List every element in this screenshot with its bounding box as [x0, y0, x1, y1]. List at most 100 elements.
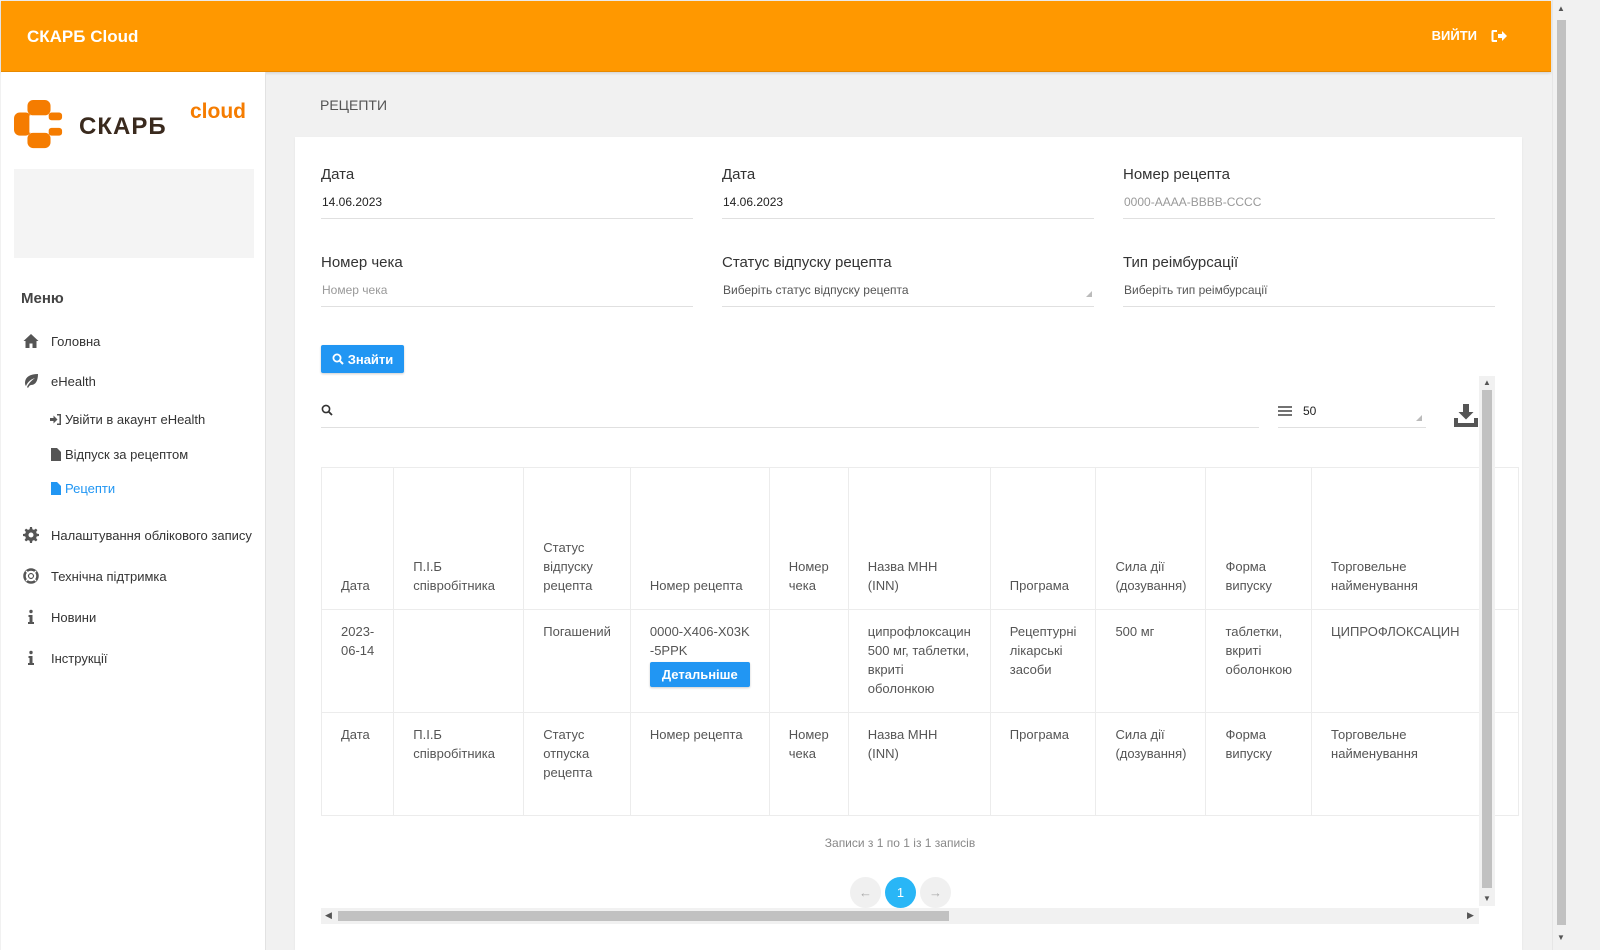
column-header[interactable]: Назва МНН (INN)	[847, 467, 991, 610]
field-underline	[321, 306, 693, 307]
sidebar-item-label: eHealth	[51, 373, 96, 389]
status-select-field[interactable]: Статус відпуску рецепта Виберіть статус …	[722, 254, 1094, 307]
reimbursement-select[interactable]: Виберіть тип реімбурсації	[1124, 283, 1267, 297]
pagination-prev[interactable]: ←	[850, 877, 881, 908]
page-length-value: 50	[1303, 404, 1317, 418]
column-header[interactable]: Номер чека	[768, 467, 849, 610]
table-search[interactable]	[321, 398, 1259, 428]
sidebar-item-label: Налаштування облікового запису	[51, 527, 252, 543]
recipe-number-value: 0000-X406-X03K-5PPK	[649, 624, 750, 658]
logo-cloud: cloud	[190, 100, 246, 123]
sidebar-subitem-label: Рецепти	[65, 481, 116, 496]
date-from-value[interactable]: 14.06.2023	[322, 195, 382, 209]
date-to-value[interactable]: 14.06.2023	[723, 195, 783, 209]
sidebar-subitem-recipes[interactable]: Рецепти	[49, 481, 115, 496]
sidebar-subitem-dispense[interactable]: Відпуск за рецептом	[49, 447, 188, 462]
date-to-field[interactable]: Дата 14.06.2023	[722, 166, 1094, 219]
footer-header: Торговельне найменування	[1311, 712, 1480, 816]
column-header[interactable]: Номер рецепта	[629, 467, 770, 610]
cell-employee	[393, 609, 525, 713]
top-bar: СКАРБ Cloud ВИЙТИ	[1, 1, 1551, 72]
scroll-down-arrow-icon[interactable]: ▼	[1483, 894, 1491, 903]
cell-inn: ципрофлоксацин 500 мг, таблетки, вкриті …	[847, 609, 991, 713]
field-underline	[1123, 306, 1495, 307]
cell-form: таблетки, вкриті оболонкою	[1205, 609, 1313, 713]
column-header[interactable]: П.І.Б співробітника	[393, 467, 525, 610]
table-vertical-scroll-thumb[interactable]	[1482, 390, 1492, 888]
search-icon	[321, 404, 333, 416]
find-button[interactable]: Знайти	[321, 345, 404, 373]
reimbursement-select-field[interactable]: Тип реімбурсації Виберіть тип реімбурсац…	[1123, 254, 1495, 307]
scroll-right-arrow-icon[interactable]: ▶	[1467, 910, 1474, 921]
field-underline	[321, 218, 693, 219]
details-button[interactable]: Детальніше	[649, 662, 750, 687]
scroll-left-arrow-icon[interactable]: ◀	[325, 910, 332, 921]
dropdown-caret-icon[interactable]	[1416, 415, 1422, 421]
recipes-table: Дата П.І.Б співробітника Статус відпуску…	[320, 467, 1519, 816]
find-button-label: Знайти	[347, 351, 394, 367]
field-underline	[722, 218, 1094, 219]
file-icon	[49, 448, 63, 462]
sidebar-item-support[interactable]: Технічна підтримка	[21, 568, 167, 584]
sidebar-item-instructions[interactable]: Інструкції	[21, 650, 107, 666]
footer-header: Форма випуску	[1205, 712, 1313, 816]
status-select[interactable]: Виберіть статус відпуску рецепта	[723, 283, 909, 297]
scroll-down-arrow-icon[interactable]: ▼	[1557, 933, 1565, 942]
recipe-number-label: Номер рецепта	[1123, 166, 1230, 183]
footer-header: Дата	[320, 712, 395, 816]
column-header[interactable]: Форма випуску	[1205, 467, 1313, 610]
recipe-number-field[interactable]: Номер рецепта 0000-AAAA-BBBB-CCCC	[1123, 166, 1495, 219]
info-icon	[21, 609, 41, 625]
logout-button[interactable]: ВИЙТИ	[1432, 28, 1507, 43]
window-scroll-thumb[interactable]	[1557, 20, 1566, 925]
footer-header: Назва МНН (INN)	[847, 712, 991, 816]
field-underline	[1123, 218, 1495, 219]
dropdown-caret-icon[interactable]	[1086, 291, 1092, 297]
sidebar-item-ehealth[interactable]: eHealth	[21, 373, 96, 389]
column-header[interactable]: Дата	[320, 467, 395, 610]
footer-header: Номер рецепта	[629, 712, 770, 816]
check-number-field[interactable]: Номер чека Номер чека	[321, 254, 693, 307]
sidebar-subitem-label: Відпуск за рецептом	[65, 447, 189, 462]
scroll-up-arrow-icon[interactable]: ▲	[1483, 378, 1491, 387]
sidebar-subitem-label: Увійти в акаунт eHealth	[65, 412, 206, 427]
pagination-page[interactable]: 1	[885, 877, 916, 908]
sidebar-item-home[interactable]: Головна	[21, 333, 100, 349]
download-icon[interactable]	[1453, 402, 1479, 428]
table-search-input[interactable]	[343, 401, 1243, 423]
column-header[interactable]: Торговельне найменування	[1311, 467, 1480, 610]
pagination-next[interactable]: →	[920, 877, 951, 908]
column-header[interactable]: Статус відпуску рецепта	[523, 467, 631, 610]
logo[interactable]: СКАРБ cloud	[14, 100, 259, 152]
column-header[interactable]: Програма	[989, 467, 1097, 610]
sidebar-item-account-settings[interactable]: Налаштування облікового запису	[21, 527, 252, 543]
menu-title: Меню	[21, 290, 64, 307]
sidebar: СКАРБ cloud Меню Головна eHealth Увійти …	[1, 72, 266, 950]
list-lines-icon	[1278, 406, 1292, 416]
sidebar-item-label: Новини	[51, 609, 97, 625]
table-horizontal-scrollbar[interactable]: ◀ ▶	[321, 908, 1479, 924]
brand-title[interactable]: СКАРБ Cloud	[27, 27, 138, 47]
sidebar-subitem-ehealth-login[interactable]: Увійти в акаунт eHealth	[49, 412, 205, 427]
window-scrollbar[interactable]: ▲ ▼	[1552, 0, 1568, 950]
check-number-label: Номер чека	[321, 254, 403, 271]
leaf-icon	[21, 373, 41, 389]
page-length-select[interactable]: 50	[1278, 398, 1426, 428]
scroll-up-arrow-icon[interactable]: ▲	[1557, 4, 1565, 13]
sidebar-banner	[14, 169, 254, 258]
footer-header: Сила дії (дозування)	[1095, 712, 1207, 816]
table-info: Записи з 1 по 1 із 1 записів	[824, 836, 976, 850]
cell-program: Рецептурні лікарські засоби	[989, 609, 1097, 713]
sidebar-item-label: Технічна підтримка	[51, 568, 167, 584]
check-number-input[interactable]: Номер чека	[322, 283, 387, 297]
sign-out-icon	[1491, 29, 1507, 42]
pagination: ← 1 →	[850, 877, 951, 908]
recipe-number-input[interactable]: 0000-AAAA-BBBB-CCCC	[1124, 195, 1261, 209]
column-header[interactable]: Сила дії (дозування)	[1095, 467, 1207, 610]
sidebar-item-news[interactable]: Новини	[21, 609, 96, 625]
table-vertical-scrollbar[interactable]: ▲ ▼	[1479, 376, 1495, 906]
table-footer-row: Дата П.І.Б співробітника Статус отпуска …	[320, 712, 1519, 816]
file-icon	[49, 482, 63, 496]
table-horizontal-scroll-thumb[interactable]	[338, 911, 949, 921]
date-from-field[interactable]: Дата 14.06.2023	[321, 166, 693, 219]
